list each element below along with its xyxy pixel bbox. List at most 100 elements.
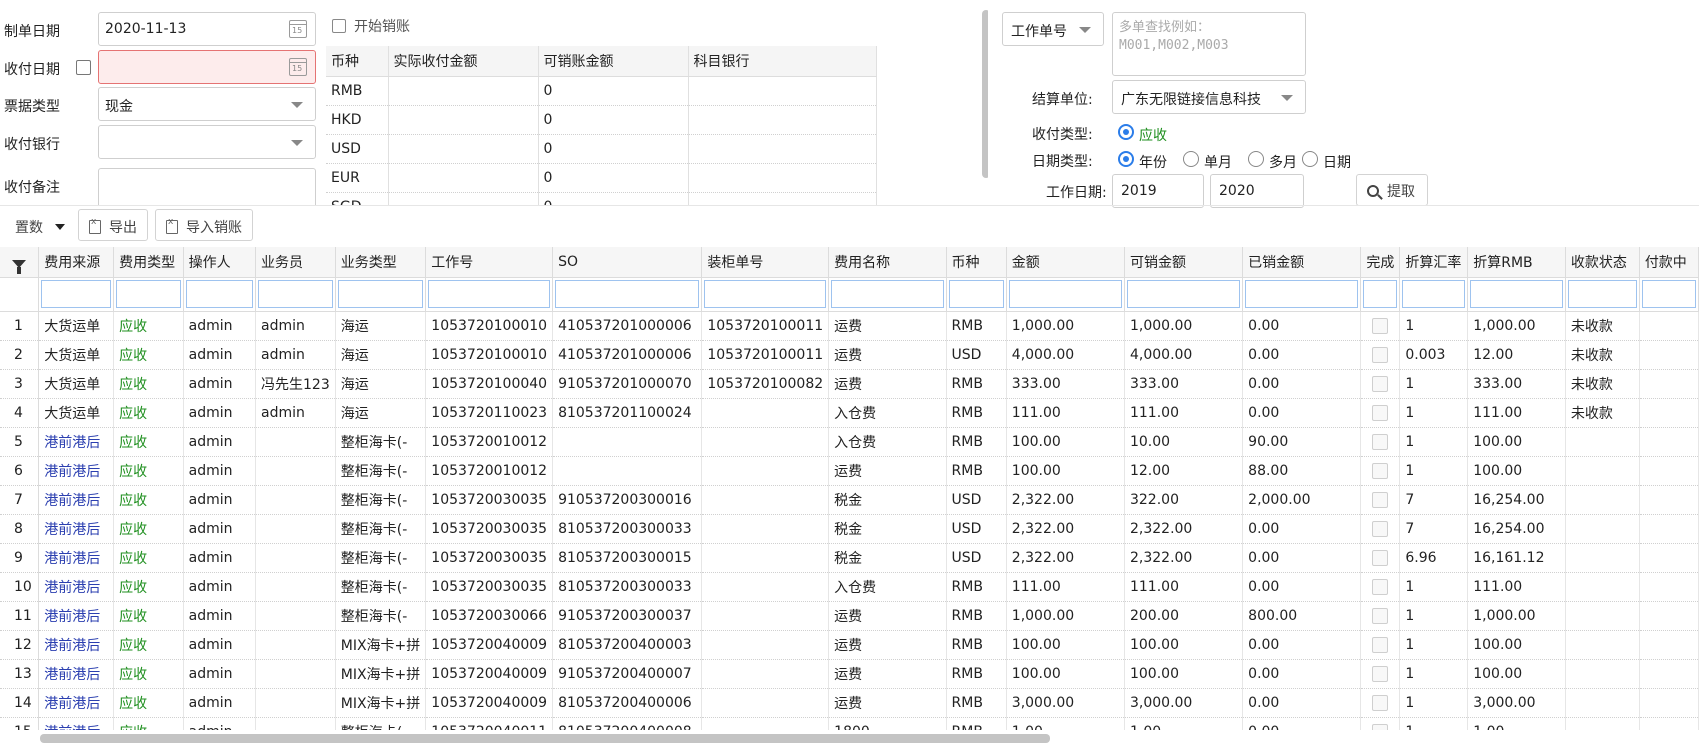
currency-cell[interactable] bbox=[388, 76, 539, 106]
table-row[interactable]: 1 大货运单 应收 admin admin 海运 1053720100010 41053720… bbox=[0, 311, 1699, 341]
cell-cur[interactable]: RMB bbox=[946, 688, 1007, 718]
table-row[interactable]: 10 港前港后 应收 admin 整柜海卡(- 1053720030035 81053720… bbox=[0, 572, 1699, 602]
cell-status[interactable]: 未收款 bbox=[1565, 369, 1640, 399]
work-date-to-input[interactable]: 2020 bbox=[1210, 174, 1304, 208]
cell-op[interactable]: admin bbox=[183, 340, 257, 370]
calendar-icon[interactable]: 15 bbox=[289, 20, 307, 38]
payment-cell[interactable] bbox=[1639, 601, 1699, 631]
cell-cur[interactable]: USD bbox=[946, 543, 1007, 573]
complete-cell[interactable] bbox=[1360, 427, 1401, 457]
currency-cell[interactable] bbox=[688, 134, 877, 164]
cell-job[interactable]: 1053720030035 bbox=[425, 514, 554, 544]
fetch-button[interactable]: 提取 bbox=[1356, 174, 1428, 206]
complete-checkbox[interactable] bbox=[1372, 636, 1389, 653]
column-filter-input[interactable] bbox=[1126, 280, 1241, 308]
cell-cur[interactable]: RMB bbox=[946, 456, 1007, 486]
column-filter-input[interactable] bbox=[337, 280, 424, 308]
cell-rmb[interactable]: 111.00 bbox=[1467, 572, 1566, 602]
cell-sales[interactable] bbox=[255, 717, 336, 730]
currency-cell[interactable]: SGD bbox=[326, 192, 389, 205]
currency-row[interactable]: EUR 0 bbox=[326, 163, 877, 193]
cell-avail[interactable]: 111.00 bbox=[1124, 398, 1244, 428]
cell-status[interactable] bbox=[1565, 485, 1640, 515]
table-row[interactable]: 5 港前港后 应收 admin 整柜海卡(- 1053720010012 入仓费 RMB 100… bbox=[0, 427, 1699, 457]
column-header[interactable]: 业务类型 bbox=[335, 247, 427, 278]
cell-src[interactable]: 港前港后 bbox=[38, 717, 115, 730]
cell-status[interactable]: 未收款 bbox=[1565, 398, 1640, 428]
cell-done-amt[interactable]: 0.00 bbox=[1242, 369, 1362, 399]
column-filter-input[interactable] bbox=[831, 280, 944, 308]
column-filter-input[interactable] bbox=[1245, 280, 1359, 308]
cell-type[interactable]: 应收 bbox=[113, 572, 184, 602]
currency-cell[interactable]: RMB bbox=[326, 76, 389, 106]
cell-job[interactable]: 1053720100040 bbox=[425, 369, 554, 399]
cell-biz[interactable]: 海运 bbox=[335, 369, 427, 399]
table-row[interactable]: 13 港前港后 应收 admin MIX海卡+拼 1053720040009 9105372… bbox=[0, 659, 1699, 689]
column-filter-input[interactable] bbox=[1567, 280, 1637, 308]
currency-scrollbar[interactable] bbox=[982, 10, 988, 178]
complete-checkbox[interactable] bbox=[1372, 346, 1389, 363]
cell-so[interactable]: 810537200300015 bbox=[552, 543, 703, 573]
payment-cell[interactable] bbox=[1639, 572, 1699, 602]
payment-cell[interactable] bbox=[1639, 717, 1699, 730]
cell-done-amt[interactable]: 0.00 bbox=[1242, 717, 1362, 730]
currency-cell[interactable] bbox=[688, 192, 877, 205]
bill-type-select[interactable]: 现金 bbox=[98, 87, 316, 121]
cell-amt[interactable]: 2,322.00 bbox=[1006, 485, 1125, 515]
cell-cont[interactable] bbox=[701, 572, 830, 602]
cell-cont[interactable]: 1053720100011 bbox=[701, 340, 830, 370]
cell-status[interactable] bbox=[1565, 456, 1640, 486]
cell-done-amt[interactable]: 90.00 bbox=[1242, 427, 1362, 457]
import-writeoff-button[interactable]: 导入销账 bbox=[155, 209, 253, 241]
cell-status[interactable] bbox=[1565, 514, 1640, 544]
complete-cell[interactable] bbox=[1360, 311, 1401, 341]
cell-type[interactable]: 应收 bbox=[113, 369, 184, 399]
cell-job[interactable]: 1053720040009 bbox=[425, 659, 554, 689]
cell-fee[interactable]: 入仓费 bbox=[828, 572, 947, 602]
column-header[interactable]: SO bbox=[552, 247, 703, 278]
payment-cell[interactable] bbox=[1639, 485, 1699, 515]
table-row[interactable]: 6 港前港后 应收 admin 整柜海卡(- 1053720010012 运费 RMB 100.… bbox=[0, 456, 1699, 486]
cell-rate[interactable]: 1 bbox=[1399, 572, 1469, 602]
cell-avail[interactable]: 1,000.00 bbox=[1124, 311, 1244, 341]
cell-amt[interactable]: 1,000.00 bbox=[1006, 601, 1125, 631]
cell-amt[interactable]: 3,000.00 bbox=[1006, 688, 1125, 718]
cell-amt[interactable]: 1.00 bbox=[1006, 717, 1125, 730]
cell-fee[interactable]: 运费 bbox=[828, 688, 947, 718]
table-row[interactable]: 7 港前港后 应收 admin 整柜海卡(- 1053720030035 910537200… bbox=[0, 485, 1699, 515]
cell-job[interactable]: 1053720030035 bbox=[425, 572, 554, 602]
cell-so[interactable]: 810537200400003 bbox=[552, 630, 703, 660]
cell-biz[interactable]: 整柜海卡(- bbox=[335, 485, 427, 515]
column-filter-input[interactable] bbox=[1402, 280, 1466, 308]
cell-biz[interactable]: 海运 bbox=[335, 340, 427, 370]
complete-checkbox[interactable] bbox=[1372, 520, 1389, 537]
job-number-select[interactable]: 工作单号 bbox=[1002, 12, 1104, 46]
cell-rate[interactable]: 1 bbox=[1399, 601, 1469, 631]
table-row[interactable]: 2 大货运单 应收 admin admin 海运 1053720100010 41053720… bbox=[0, 340, 1699, 370]
cell-cont[interactable] bbox=[701, 427, 830, 457]
currency-cell[interactable]: EUR bbox=[326, 163, 389, 193]
cell-fee[interactable]: 税金 bbox=[828, 514, 947, 544]
table-row[interactable]: 8 港前港后 应收 admin 整柜海卡(- 1053720030035 810537200… bbox=[0, 514, 1699, 544]
currency-cell[interactable]: 0 bbox=[538, 163, 689, 193]
cell-avail[interactable]: 10.00 bbox=[1124, 427, 1244, 457]
column-filter-input[interactable] bbox=[1363, 280, 1398, 308]
payment-cell[interactable] bbox=[1639, 398, 1699, 428]
cell-avail[interactable]: 2,322.00 bbox=[1124, 543, 1244, 573]
cell-done-amt[interactable]: 0.00 bbox=[1242, 398, 1362, 428]
cell-so[interactable]: 910537200300037 bbox=[552, 601, 703, 631]
cell-type[interactable]: 应收 bbox=[113, 717, 184, 730]
cell-cur[interactable]: RMB bbox=[946, 572, 1007, 602]
cell-done-amt[interactable]: 0.00 bbox=[1242, 572, 1362, 602]
cell-src[interactable]: 港前港后 bbox=[38, 630, 115, 660]
cell-rmb[interactable]: 100.00 bbox=[1467, 427, 1566, 457]
cell-type[interactable]: 应收 bbox=[113, 688, 184, 718]
col-writeoff-amount[interactable]: 可销账金额 bbox=[538, 46, 689, 77]
column-header[interactable]: 折算RMB bbox=[1467, 247, 1566, 278]
cell-cur[interactable]: RMB bbox=[946, 311, 1007, 341]
col-currency[interactable]: 币种 bbox=[326, 46, 389, 77]
column-filter-input[interactable] bbox=[1470, 280, 1563, 308]
complete-checkbox[interactable] bbox=[1372, 317, 1389, 334]
cell-job[interactable]: 1053720030035 bbox=[425, 485, 554, 515]
cell-sales[interactable] bbox=[255, 456, 336, 486]
